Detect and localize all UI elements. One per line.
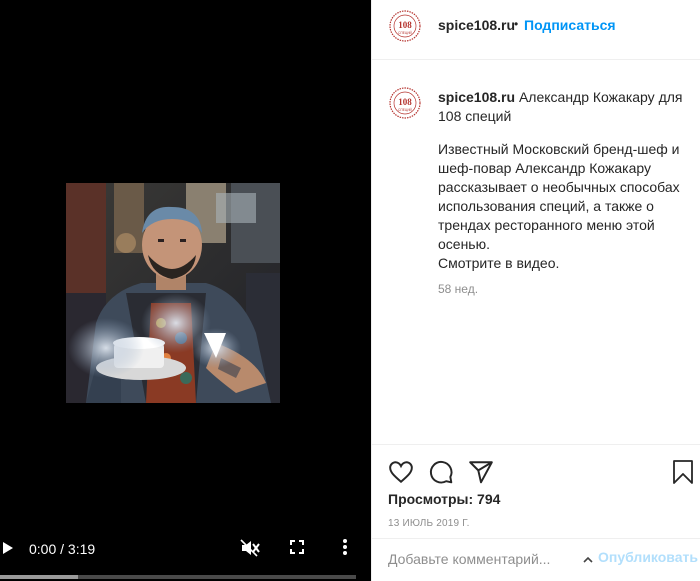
- mute-button[interactable]: [240, 539, 260, 557]
- views-count[interactable]: Просмотры: 794: [388, 491, 500, 507]
- chevron-up-icon: [583, 555, 593, 565]
- logo-number: 108: [398, 97, 412, 107]
- video-progress-bar[interactable]: [0, 575, 356, 579]
- play-icon: [3, 542, 13, 554]
- brand-logo-icon: 108 СПЕЦИЙ: [389, 87, 421, 119]
- heart-icon[interactable]: [388, 459, 414, 485]
- video-still-image: [66, 183, 280, 403]
- play-button[interactable]: [2, 541, 14, 555]
- logo-caption: СПЕЦИЙ: [398, 31, 412, 35]
- video-time-label: 0:00 / 3:19: [29, 541, 96, 557]
- post-caption: 108 СПЕЦИЙ spice108.ru Александр Кожакар…: [372, 60, 700, 444]
- fullscreen-button[interactable]: [290, 540, 304, 554]
- caption-heading: spice108.ru Александр Кожакару для 108 с…: [438, 88, 688, 126]
- header-username-link[interactable]: spice108.ru: [438, 17, 515, 33]
- video-buffer-fill: [0, 575, 79, 579]
- logo-caption: СПЕЦИЙ: [398, 108, 412, 112]
- logo-number: 108: [398, 20, 412, 30]
- publish-button[interactable]: Опубликовать: [598, 549, 698, 565]
- brand-logo-icon: 108 СПЕЦИЙ: [389, 10, 421, 42]
- vertical-dots-icon: [343, 539, 347, 555]
- video-player[interactable]: 0:00 / 3:19: [0, 0, 371, 581]
- avatar[interactable]: 108 СПЕЦИЙ: [389, 10, 421, 42]
- avatar[interactable]: 108 СПЕЦИЙ: [389, 87, 421, 119]
- share-icon[interactable]: [468, 459, 494, 485]
- bookmark-icon[interactable]: [671, 459, 695, 485]
- video-frame[interactable]: [66, 183, 280, 403]
- caption-timestamp[interactable]: 58 нед.: [438, 282, 478, 296]
- video-more-options-button[interactable]: [342, 538, 348, 556]
- header-separator: •: [514, 17, 519, 31]
- comment-icon[interactable]: [428, 459, 454, 485]
- video-controls-bar: 0:00 / 3:19: [0, 531, 371, 581]
- comment-input[interactable]: [388, 549, 584, 569]
- caption-body: Известный Московский бренд-шеф и шеф-пов…: [438, 141, 680, 252]
- caption-cta: Смотрите в видео.: [438, 255, 560, 271]
- post-actions: Просмотры: 794 13 ИЮЛЬ 2019 Г.: [372, 444, 700, 552]
- fullscreen-icon: [290, 540, 304, 554]
- post-header: 108 СПЕЦИЙ spice108.ru • Подписаться: [372, 0, 700, 60]
- muted-speaker-icon: [240, 539, 260, 557]
- follow-button[interactable]: Подписаться: [524, 17, 616, 33]
- caption-text: Известный Московский бренд-шеф и шеф-пов…: [438, 140, 696, 273]
- post-date: 13 ИЮЛЬ 2019 Г.: [388, 518, 470, 529]
- post-details-panel: 108 СПЕЦИЙ spice108.ru • Подписаться 108…: [371, 0, 700, 581]
- caption-username-link[interactable]: spice108.ru: [438, 89, 515, 105]
- comment-form: Опубликовать: [372, 538, 700, 581]
